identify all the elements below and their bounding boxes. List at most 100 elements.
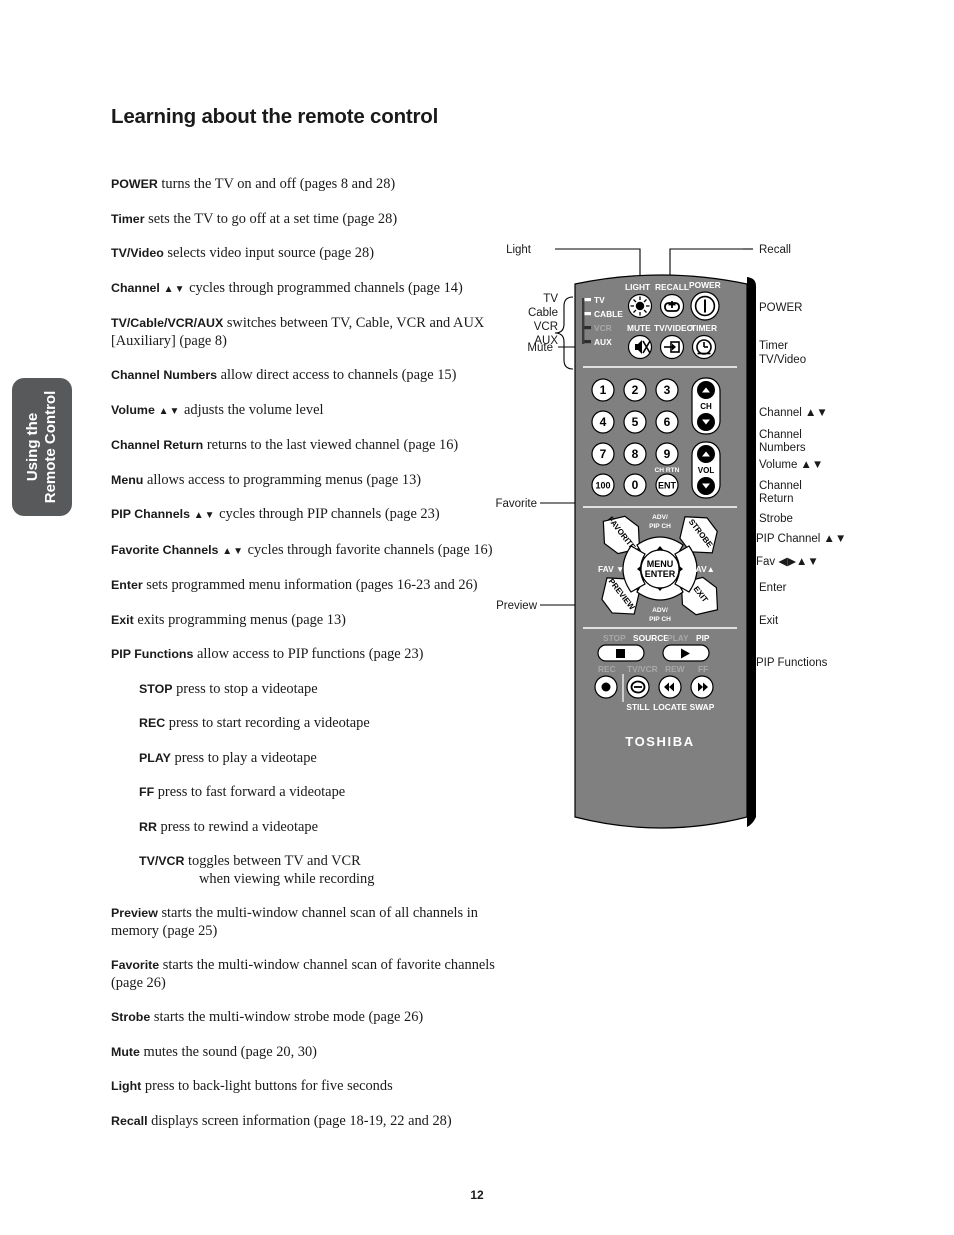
key-9[interactable]: 9 [655,442,679,466]
remote-control-diagram: TV CABLE VCR AUX LIGHT RECALL POWER MUTE… [495,232,935,852]
selector-option-tv: TV [594,295,605,305]
record-icon [601,682,611,692]
key-3[interactable]: 3 [655,378,679,402]
key-7[interactable]: 7 [591,442,615,466]
remote-button-description-list: POWER turns the TV on and off (pages 8 a… [111,176,511,1147]
callout-labels-right: Recall POWER Timer TV/Video Channel ▲▼ C… [756,244,846,669]
description-item: FF press to fast forward a videotape [139,784,511,802]
play-pip-button[interactable] [662,644,710,662]
ff-swap-button[interactable] [690,675,714,699]
svg-text:9: 9 [664,447,671,461]
description-text: allow direct access to channels (page 15… [217,367,457,383]
volume-rocker[interactable]: VOL [691,441,721,499]
description-term: RR [139,819,157,834]
label-ch: CH [700,402,712,411]
rew-locate-button[interactable] [658,675,682,699]
description-item: PLAY press to play a videotape [139,750,511,768]
selector-option-cable: CABLE [594,309,623,319]
description-term: Light [111,1079,142,1093]
svg-text:0: 0 [632,478,639,492]
key-4[interactable]: 4 [591,410,615,434]
timer-button[interactable] [691,334,717,360]
mute-button[interactable] [627,334,653,360]
dpad-bottom-label-1: ADV/ [652,607,668,614]
description-arrows: ▲▼ [189,510,216,521]
key-100[interactable]: 100 [591,473,615,497]
chapter-side-tab: Using the Remote Control [12,378,72,516]
callout-pip-channel: PIP Channel ▲▼ [756,533,846,545]
selector-option-aux: AUX [594,337,612,347]
description-item: Light press to back-light buttons for fi… [111,1078,511,1096]
description-item: STOP press to stop a videotape [139,681,511,699]
label-rew: REW [665,664,685,674]
key-6[interactable]: 6 [655,410,679,434]
description-text: displays screen information (page 18-19,… [147,1112,452,1129]
label-power: POWER [689,280,721,290]
description-term: PLAY [139,750,171,765]
description-text: cycles through PIP channels (page 23) [215,506,440,522]
light-button[interactable] [627,293,653,319]
key-2[interactable]: 2 [623,378,647,402]
description-item: Enter sets programmed menu information (… [111,577,511,595]
description-term: REC [139,716,166,730]
side-tab-line1: Using the [24,412,41,482]
svg-text:8: 8 [632,447,639,461]
svg-text:4: 4 [600,415,607,429]
still-tvvcr-button[interactable] [626,675,650,699]
callout-cable: Cable [528,307,558,319]
svg-text:7: 7 [600,447,607,461]
callout-recall: Recall [759,244,791,256]
channel-rocker[interactable]: CH [691,377,721,435]
description-item: Channel Return returns to the last viewe… [111,437,511,455]
recall-button[interactable] [659,293,685,319]
description-term: Timer [111,211,145,226]
description-term: POWER [111,177,158,191]
key-1[interactable]: 1 [591,378,615,402]
description-text: starts the multi-window channel scan of … [111,957,495,991]
svg-text:2: 2 [632,383,639,397]
description-item: Exit exits programming menus (page 13) [111,612,511,630]
callout-volume: Volume ▲▼ [759,459,823,471]
callout-strobe: Strobe [759,513,793,525]
description-term: TV/VCR [139,854,185,868]
description-arrows: ▲▼ [159,283,186,295]
callout-channel: Channel ▲▼ [759,407,828,419]
menu-enter-button[interactable]: MENU ENTER [640,549,680,589]
dpad-top-label-2: PIP CH [649,523,671,530]
description-item: TV/Video selects video input source (pag… [111,245,511,263]
description-text: press to stop a videotape [172,680,318,697]
callout-channel-numbers-2: Numbers [759,442,806,454]
stop-source-button[interactable] [597,644,645,662]
key-8[interactable]: 8 [623,442,647,466]
description-text: toggles between TV and VCR [184,853,361,869]
description-text: starts the multi-window strobe mode (pag… [150,1009,424,1025]
svg-text:ENT: ENT [658,481,677,491]
key-0[interactable]: 0 [623,473,647,497]
top-button-row: LIGHT RECALL POWER [625,280,721,321]
key-enter[interactable]: ENT [655,473,679,497]
label-timer: TIMER [691,323,717,333]
description-item: Timer sets the TV to go off at a set tim… [111,211,511,229]
power-button[interactable] [690,291,720,321]
description-item: PIP Channels ▲▼ cycles through PIP chann… [111,506,511,525]
rec-button[interactable] [594,675,618,699]
tv-video-button[interactable] [659,334,685,360]
stop-icon [616,649,625,658]
description-term: Menu [111,472,144,487]
description-text: mutes the sound (page 20, 30) [139,1043,317,1060]
description-term: PIP Functions [111,647,194,661]
label-swap: SWAP [690,702,715,712]
key-5[interactable]: 5 [623,410,647,434]
label-play: PLAY [667,633,689,643]
description-term: STOP [139,681,173,696]
description-text: turns the TV on and off (pages 8 and 28) [157,176,396,192]
svg-text:1: 1 [600,383,607,397]
label-recall: RECALL [655,282,689,292]
description-text-line2: when viewing while recording [199,870,375,887]
callout-exit: Exit [759,615,779,627]
label-locate: LOCATE [653,702,687,712]
description-item: Preview starts the multi-window channel … [111,905,511,940]
label-tvvcr: TV/VCR [627,664,658,674]
callout-mute: Mute [527,342,553,354]
description-text: cycles through favorite channels (page 1… [244,541,493,558]
